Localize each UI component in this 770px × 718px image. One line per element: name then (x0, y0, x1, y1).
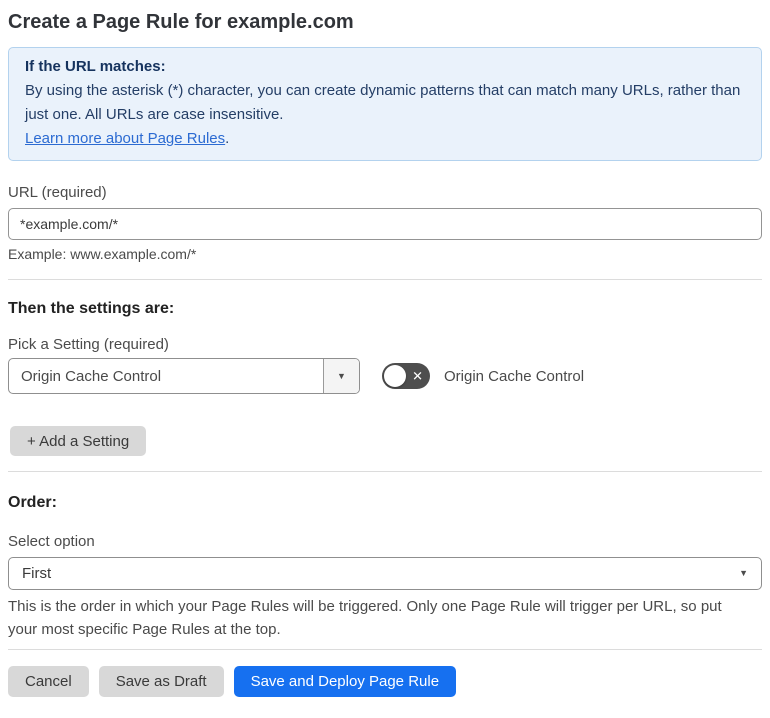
link-suffix: . (225, 130, 230, 147)
order-section-heading: Order: (8, 494, 57, 511)
divider (8, 279, 762, 280)
order-select[interactable]: First ▼ (8, 557, 762, 590)
url-match-info-box: If the URL matches: By using the asteris… (8, 47, 762, 161)
setting-select[interactable]: Origin Cache Control ▼ (8, 358, 360, 394)
url-field-label: URL (required) (8, 184, 107, 201)
chevron-down-icon: ▼ (337, 370, 346, 381)
info-box-heading: If the URL matches: (25, 58, 166, 75)
setting-select-arrow-button[interactable]: ▼ (323, 359, 359, 393)
add-setting-button[interactable]: + Add a Setting (10, 426, 147, 456)
order-help-text: This is the order in which your Page Rul… (8, 598, 722, 638)
info-box-link-line: Learn more about Page Rules. (25, 127, 745, 151)
divider (8, 649, 762, 650)
url-example-text: Example: www.example.com/* (8, 246, 197, 262)
info-box-body: By using the asterisk (*) character, you… (25, 82, 741, 123)
pick-setting-label: Pick a Setting (required) (8, 336, 169, 353)
page-title: Create a Page Rule for example.com (8, 11, 354, 33)
settings-section-heading: Then the settings are: (8, 300, 175, 317)
origin-cache-control-toggle[interactable]: ✕ (382, 363, 430, 389)
order-select-value: First (22, 565, 52, 582)
divider (8, 471, 762, 472)
save-and-deploy-button[interactable]: Save and Deploy Page Rule (233, 666, 457, 697)
toggle-knob (384, 365, 406, 387)
learn-more-link[interactable]: Learn more about Page Rules (25, 130, 225, 147)
setting-select-value: Origin Cache Control (21, 367, 162, 385)
save-as-draft-button[interactable]: Save as Draft (98, 666, 224, 697)
cancel-button[interactable]: Cancel (8, 666, 89, 697)
setting-row: Origin Cache Control ▼ ✕ Origin Cache Co… (8, 358, 762, 394)
chevron-down-icon: ▼ (739, 568, 748, 578)
url-input[interactable] (8, 208, 762, 240)
create-page-rule-form: Create a Page Rule for example.com If th… (0, 8, 770, 718)
footer-actions: Cancel Save as Draft Save and Deploy Pag… (8, 666, 762, 697)
order-select-label: Select option (8, 533, 95, 550)
toggle-label: Origin Cache Control (444, 367, 585, 385)
toggle-off-x-icon: ✕ (412, 368, 423, 384)
